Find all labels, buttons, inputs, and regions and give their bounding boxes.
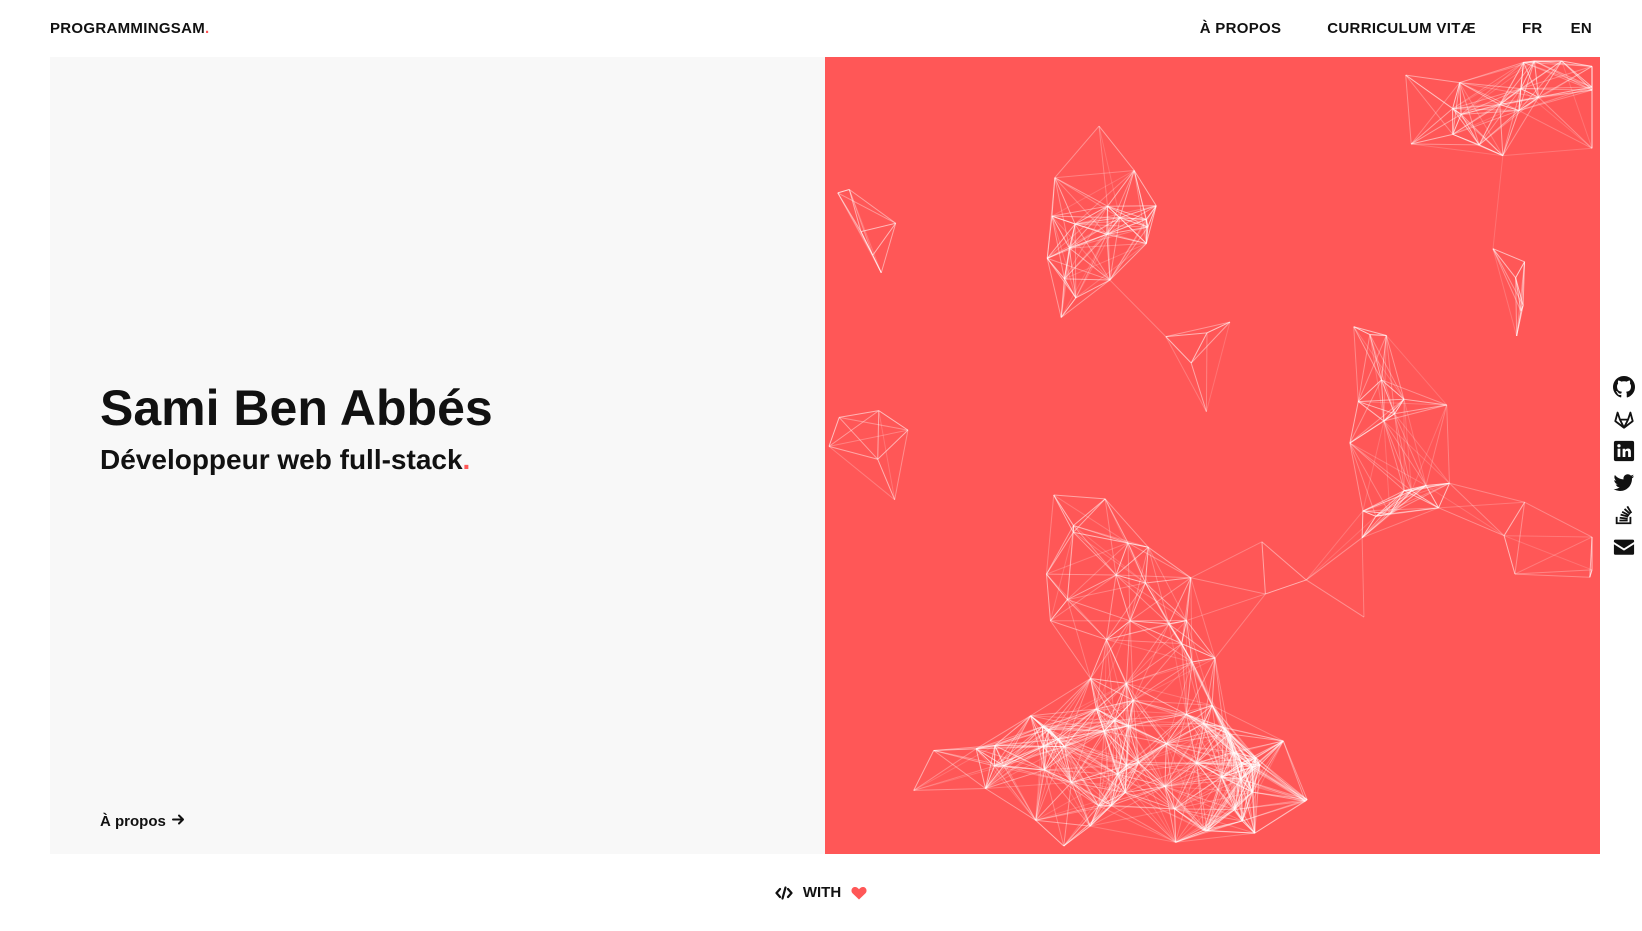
stackoverflow-icon [1615, 505, 1633, 525]
linkedin-link[interactable] [1613, 440, 1635, 462]
hero-subtitle-dot: . [462, 444, 471, 475]
about-link-label: À propos [100, 813, 166, 830]
heart-icon [851, 886, 867, 900]
network-lines [828, 60, 1593, 847]
brand-logo[interactable]: PROGRAMMINGSAM. [50, 20, 210, 37]
brand-dot: . [205, 20, 210, 37]
gitlab-link[interactable] [1613, 408, 1635, 430]
lang-fr[interactable]: FR [1522, 20, 1543, 37]
code-icon [775, 885, 793, 900]
arrow-right-icon [171, 813, 185, 830]
about-link[interactable]: À propos [100, 813, 185, 830]
nav-link-cv[interactable]: CURRICULUM VITÆ [1327, 20, 1476, 37]
linkedin-icon [1613, 440, 1635, 462]
particle-network-canvas [828, 60, 1593, 847]
hero-subtitle: Développeur web full-stack. [100, 444, 470, 476]
main-nav: À PROPOS CURRICULUM VITÆ FR EN [1154, 20, 1592, 37]
gitlab-icon [1614, 411, 1634, 429]
stackoverflow-link[interactable] [1613, 504, 1635, 526]
github-link[interactable] [1613, 376, 1635, 398]
github-icon [1613, 376, 1635, 398]
envelope-icon [1613, 539, 1635, 555]
email-link[interactable] [1613, 536, 1635, 558]
brand-name: PROGRAMMINGSAM [50, 20, 206, 37]
hero-text-panel: Sami Ben Abbés Développeur web full-stac… [50, 57, 825, 854]
social-links [1613, 376, 1635, 558]
hero-title: Sami Ben Abbés [100, 380, 493, 436]
twitter-icon [1613, 474, 1635, 491]
particle-network-panel [825, 57, 1600, 854]
twitter-link[interactable] [1613, 472, 1635, 494]
nav-link-about[interactable]: À PROPOS [1200, 20, 1282, 37]
hero-subtitle-text: Développeur web full-stack [100, 444, 463, 475]
footer: WITH [0, 884, 1642, 901]
lang-en[interactable]: EN [1571, 20, 1592, 37]
footer-text: WITH [802, 884, 842, 901]
